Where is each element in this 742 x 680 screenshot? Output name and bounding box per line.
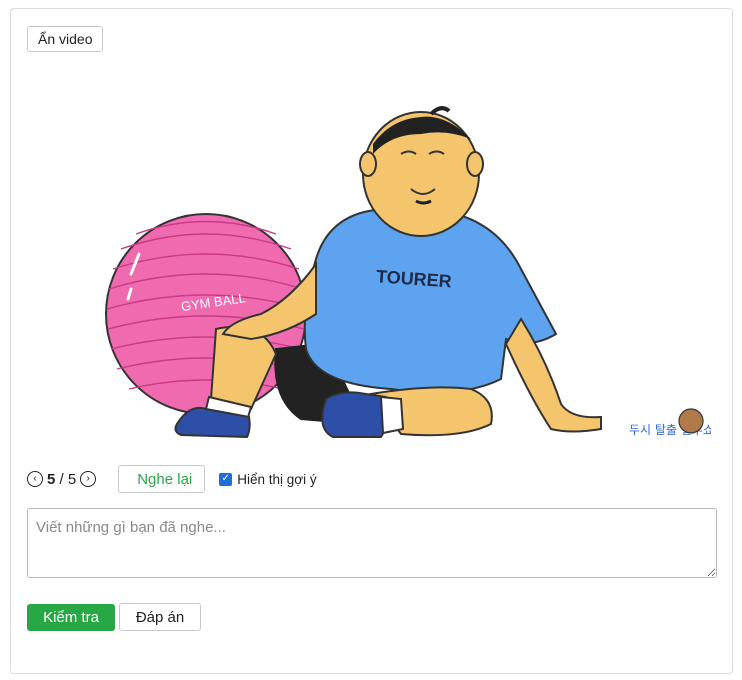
check-button[interactable]: Kiểm tra [27, 604, 115, 631]
total-count: 5 [67, 470, 77, 488]
chevron-left-circle-icon[interactable]: ‹ [27, 471, 43, 487]
sentence-counter: 5 / 5 [47, 471, 76, 488]
hide-video-button[interactable]: Ẩn video [27, 26, 104, 52]
current-index: 5 [47, 470, 56, 488]
show-hint-toggle[interactable]: ✓ Hiển thị gợi ý [219, 471, 317, 487]
hint-label: Hiển thị gợi ý [237, 471, 317, 487]
counter-separator: / [59, 470, 64, 488]
video-illustration: GYM BALL TOURER 두시 탈출 컬투쇼 [105, 106, 711, 439]
right-shoe [321, 391, 390, 438]
dictation-card: Ẩn video GYM BALL TOURER 두시 탈출 컬투쇼 ‹ 5 /… [10, 8, 733, 674]
hint-checkbox[interactable]: ✓ [219, 472, 233, 486]
playback-controls: ‹ 5 / 5 › Nghe lại ✓ Hiển thị gợi ý [27, 465, 317, 493]
right-sock [379, 395, 405, 435]
show-answer-button[interactable]: Đáp án [119, 603, 201, 631]
chevron-right-circle-icon[interactable]: › [80, 471, 97, 487]
answer-textarea[interactable] [27, 508, 717, 578]
monkey-logo [678, 408, 704, 434]
left-leg [209, 325, 278, 411]
replay-button[interactable]: Nghe lại [118, 465, 206, 493]
